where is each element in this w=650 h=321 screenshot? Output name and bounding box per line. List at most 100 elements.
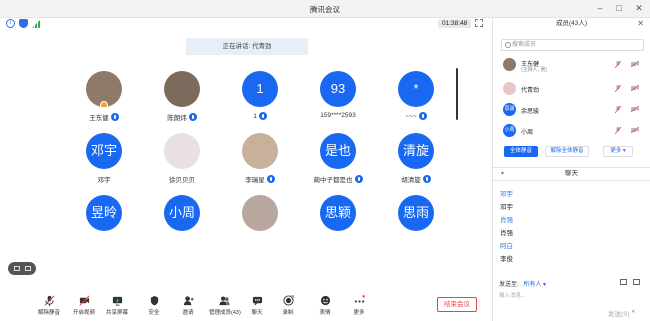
- participant-tile[interactable]: 小周: [147, 195, 217, 231]
- end-meeting-button[interactable]: 结束会议: [437, 297, 477, 312]
- minimize-icon[interactable]: –: [594, 3, 606, 14]
- send-to-select[interactable]: 所有人 ▾: [523, 282, 546, 288]
- video-off-icon[interactable]: [630, 126, 640, 134]
- toolbar-label: 邀请: [182, 310, 194, 316]
- mic-on-icon: [110, 113, 119, 121]
- status-icons: i: [6, 19, 41, 28]
- send-options-icon[interactable]: ▾: [632, 309, 635, 315]
- toolbar-label: 更多: [353, 310, 365, 316]
- participant-tile[interactable]: [225, 195, 295, 231]
- close-icon[interactable]: ✕: [633, 3, 645, 14]
- participant-name: 1: [253, 112, 257, 120]
- signal-icon: [32, 19, 41, 28]
- panel-close-icon[interactable]: ✕: [637, 19, 644, 28]
- participant-name-row: 李瑞星: [245, 174, 275, 184]
- participant-avatar: 思雨: [398, 195, 434, 231]
- chat-sender: 邓宇: [500, 191, 513, 198]
- toolbar-mic-muted-button[interactable]: 解除静音: [34, 295, 64, 316]
- participant-name: 陈朗炜: [167, 115, 187, 122]
- more-actions-label: 更多: [610, 148, 622, 154]
- participant-name: 邓宇: [97, 177, 111, 184]
- participant-avatar: [242, 195, 278, 231]
- participant-name-row: 王东健: [89, 112, 119, 122]
- toolbar-more-button[interactable]: 更多: [344, 295, 374, 316]
- members-panel-title: 成员(43人): [555, 20, 588, 27]
- participant-tile[interactable]: 徐贝贝贝: [147, 133, 217, 184]
- toolbar-shield-button[interactable]: 安全: [139, 295, 169, 316]
- toolbar-chat-button[interactable]: 聊天: [242, 295, 272, 316]
- toolbar-record-button[interactable]: 录制: [273, 295, 303, 316]
- mic-muted-icon[interactable]: [614, 84, 622, 93]
- toolbar-invite-button[interactable]: 邀请: [173, 295, 203, 316]
- mute-all-button[interactable]: 全体静音: [504, 146, 538, 157]
- emoji-icon: [320, 295, 331, 306]
- participant-tile[interactable]: 邓宇 邓宇: [69, 133, 139, 184]
- info-icon[interactable]: i: [6, 19, 15, 28]
- participant-tile[interactable]: 李瑞星: [225, 133, 295, 184]
- participant-tile[interactable]: 93 159****2593: [303, 71, 373, 119]
- participant-name-row: 徐贝贝贝: [169, 174, 195, 184]
- mic-on-icon: [354, 175, 363, 183]
- participant-tile[interactable]: 思颖: [303, 195, 373, 231]
- send-to-label: 发送至:: [499, 282, 519, 288]
- participant-tile[interactable]: 11: [225, 71, 295, 120]
- member-row[interactable]: 王东健 (主持人, 我): [501, 56, 644, 74]
- gallery-view-icon[interactable]: [13, 266, 20, 271]
- video-off-icon[interactable]: [630, 84, 640, 92]
- toolbar-label: 管理成员(43): [209, 310, 241, 316]
- member-row[interactable]: 代青劲: [501, 80, 644, 98]
- toolbar-emoji-button[interactable]: 表情: [310, 295, 340, 316]
- video-off-icon[interactable]: [630, 60, 640, 68]
- video-off-icon: [79, 295, 90, 306]
- mic-on-icon: [418, 112, 427, 120]
- shield-icon[interactable]: [19, 19, 28, 28]
- member-row[interactable]: 思骏 余思骏: [501, 101, 644, 119]
- maximize-icon[interactable]: □: [613, 3, 625, 14]
- participant-tile[interactable]: 陈朗炜: [147, 71, 217, 122]
- participant-name-row: 胡清旋: [401, 174, 431, 184]
- chat-input[interactable]: 输入消息...: [499, 291, 526, 299]
- toolbar-label: 安全: [148, 310, 160, 316]
- chat-title: 聊天: [493, 167, 650, 181]
- participant-avatar: 是也: [320, 133, 356, 169]
- participant-tile[interactable]: 昱昤: [69, 195, 139, 231]
- video-off-icon[interactable]: [630, 105, 640, 113]
- participant-name: ~~~: [405, 112, 417, 120]
- mic-muted-icon[interactable]: [614, 105, 622, 114]
- more-actions-button[interactable]: 更多 ▾: [603, 146, 633, 157]
- view-toggle[interactable]: [8, 262, 36, 275]
- participant-name-row: 1: [253, 112, 267, 120]
- chevron-down-icon[interactable]: ▾: [501, 170, 504, 177]
- participant-tile[interactable]: * ~~~: [381, 71, 451, 120]
- mic-muted-icon[interactable]: [614, 60, 622, 69]
- participant-avatar: 清旋: [398, 133, 434, 169]
- member-search-input[interactable]: 搜索成员: [501, 39, 644, 51]
- speaker-view-icon[interactable]: [24, 266, 31, 271]
- unmute-all-button[interactable]: 解除全体静音: [545, 146, 589, 157]
- member-row[interactable]: 小周 小周: [501, 122, 644, 140]
- member-avatar: 小周: [503, 124, 516, 137]
- participant-avatar: 思颖: [320, 195, 356, 231]
- fullscreen-icon[interactable]: [475, 19, 483, 27]
- toolbar-label: 解除静音: [37, 310, 60, 316]
- chat-icon: [252, 295, 263, 306]
- participant-name-row: 159****2593: [320, 112, 355, 119]
- send-to-target: 所有人: [523, 282, 542, 288]
- mic-muted-icon[interactable]: [614, 126, 622, 135]
- toolbar-share-screen-button[interactable]: 共享屏幕: [102, 295, 132, 316]
- participant-tile[interactable]: 王东健: [69, 71, 139, 122]
- member-name: 代青劲: [521, 88, 540, 94]
- record-icon: [282, 295, 294, 306]
- toolbar-video-off-button[interactable]: 开启视频: [69, 295, 99, 316]
- participant-tile[interactable]: 思雨: [381, 195, 451, 231]
- send-button[interactable]: 发送(S): [608, 308, 630, 318]
- image-icon[interactable]: [620, 279, 627, 285]
- grid-scrollbar[interactable]: [456, 68, 458, 120]
- participant-tile[interactable]: 清旋 胡清旋: [381, 133, 451, 184]
- toolbar-members-button[interactable]: 管理成员(43): [209, 295, 241, 316]
- participant-tile[interactable]: 是也 蔺中子都是也: [303, 133, 373, 184]
- file-icon[interactable]: [633, 279, 640, 285]
- participant-avatar: 小周: [164, 195, 200, 231]
- member-avatar: [503, 58, 516, 71]
- send-to-row: 发送至: 所有人 ▾: [499, 279, 546, 288]
